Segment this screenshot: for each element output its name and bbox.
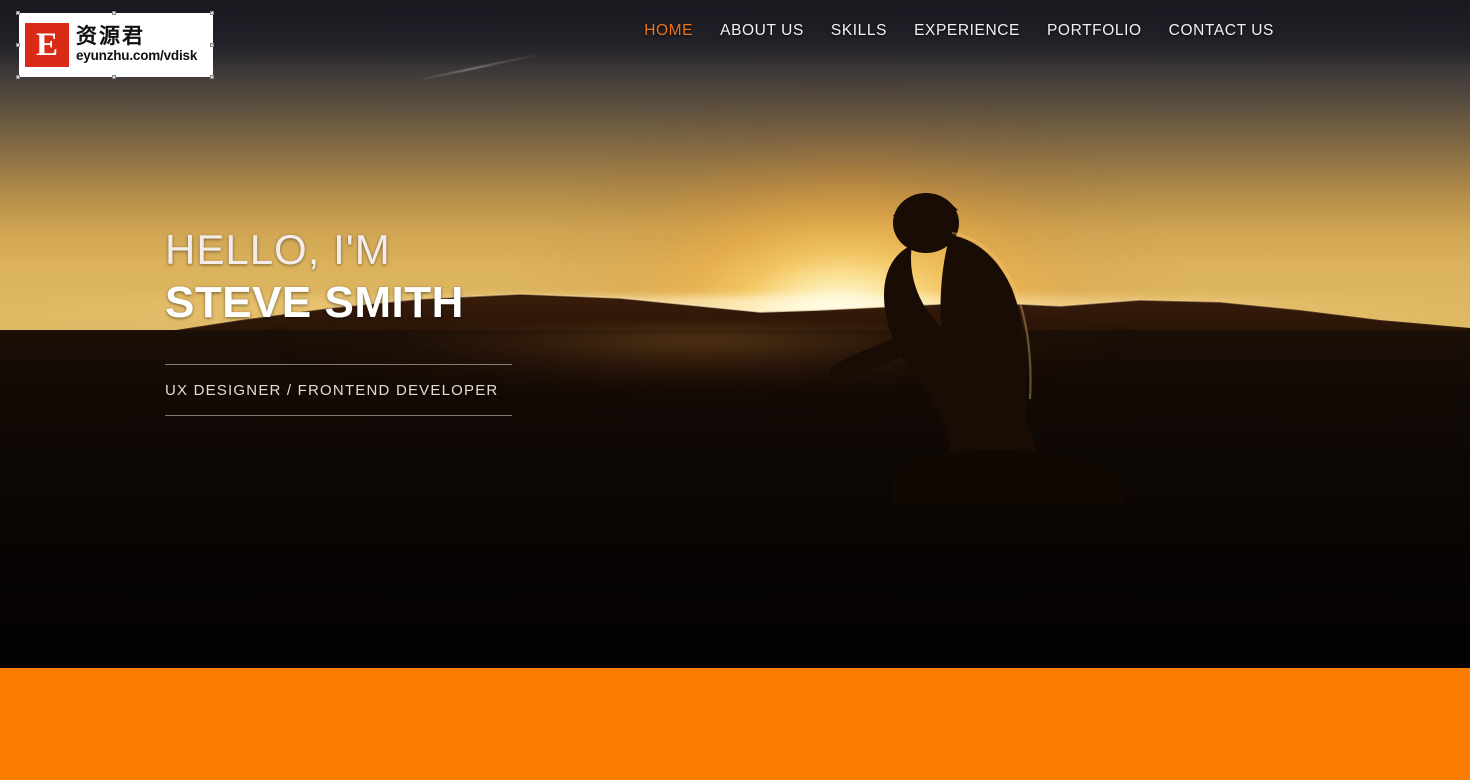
selection-handle-bl[interactable] [16,75,20,79]
hero-greeting: HELLO, I'M [165,226,391,273]
person-silhouette [828,193,1126,505]
site-header: HOME ABOUT US SKILLS EXPERIENCE PORTFOLI… [0,0,1470,66]
nav-item-contact-us[interactable]: CONTACT US [1169,22,1274,40]
nav-item-home[interactable]: HOME [644,22,693,40]
nav-item-portfolio[interactable]: PORTFOLIO [1047,22,1142,40]
nav-item-skills[interactable]: SKILLS [831,22,887,40]
hero-role-block: UX DESIGNER / FRONTEND DEVELOPER [165,364,585,417]
watermark-e-icon: E [25,23,69,67]
nav-item-experience[interactable]: EXPERIENCE [914,22,1020,40]
watermark-logo: E 资源君 eyunzhu.com/vdisk [19,13,213,77]
divider-bottom [165,415,512,417]
hero-name: STEVE SMITH [165,277,464,327]
nav-item-about-us[interactable]: ABOUT US [720,22,804,40]
selection-handle-tc[interactable] [112,11,116,15]
watermark-chinese: 资源君 [76,24,145,49]
hero-section: HELLO, I'M STEVE SMITH UX DESIGNER / FRO… [0,0,1470,668]
watermark-e-letter: E [35,26,58,63]
selection-handle-ml[interactable] [16,43,20,47]
selection-handle-tl[interactable] [16,11,20,15]
page-root: HELLO, I'M STEVE SMITH UX DESIGNER / FRO… [0,0,1470,780]
selection-handle-tr[interactable] [210,11,214,15]
tagline-banner: I create beautiful responsive websites, … [0,668,1470,780]
hero-copy: HELLO, I'M STEVE SMITH UX DESIGNER / FRO… [165,225,585,417]
watermark-text: 资源君 eyunzhu.com/vdisk [76,25,197,64]
selection-handle-mr[interactable] [210,43,214,47]
selection-handle-br[interactable] [210,75,214,79]
watermark-url: eyunzhu.com/vdisk [76,48,198,64]
selection-handle-bc[interactable] [112,75,116,79]
hero-role: UX DESIGNER / FRONTEND DEVELOPER [165,382,499,400]
main-navigation: HOME ABOUT US SKILLS EXPERIENCE PORTFOLI… [644,22,1274,40]
